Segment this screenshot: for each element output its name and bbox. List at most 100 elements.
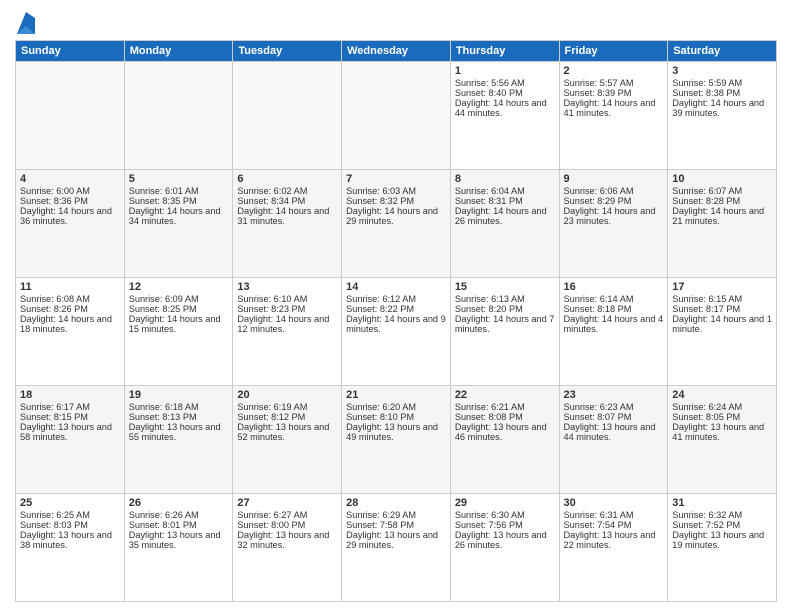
day-number: 3	[672, 65, 772, 77]
sunset-text: Sunset: 8:20 PM	[455, 304, 555, 314]
sunset-text: Sunset: 8:34 PM	[237, 196, 337, 206]
daylight-text: Daylight: 13 hours and 26 minutes.	[455, 530, 555, 550]
sunset-text: Sunset: 7:58 PM	[346, 520, 446, 530]
sunrise-text: Sunrise: 6:10 AM	[237, 294, 337, 304]
day-number: 15	[455, 281, 555, 293]
day-number: 9	[564, 173, 664, 185]
sunset-text: Sunset: 8:35 PM	[129, 196, 229, 206]
sunrise-text: Sunrise: 6:29 AM	[346, 510, 446, 520]
logo-icon	[17, 12, 35, 34]
sunrise-text: Sunrise: 6:21 AM	[455, 402, 555, 412]
daylight-text: Daylight: 14 hours and 12 minutes.	[237, 314, 337, 334]
sunrise-text: Sunrise: 6:13 AM	[455, 294, 555, 304]
calendar-week-2: 4Sunrise: 6:00 AMSunset: 8:36 PMDaylight…	[16, 170, 777, 278]
calendar-cell	[124, 62, 233, 170]
calendar-cell: 25Sunrise: 6:25 AMSunset: 8:03 PMDayligh…	[16, 494, 125, 602]
calendar-cell	[16, 62, 125, 170]
calendar-cell	[233, 62, 342, 170]
calendar-header-friday: Friday	[559, 41, 668, 62]
daylight-text: Daylight: 14 hours and 4 minutes.	[564, 314, 664, 334]
calendar-cell: 26Sunrise: 6:26 AMSunset: 8:01 PMDayligh…	[124, 494, 233, 602]
sunrise-text: Sunrise: 6:27 AM	[237, 510, 337, 520]
sunset-text: Sunset: 8:22 PM	[346, 304, 446, 314]
day-number: 29	[455, 497, 555, 509]
day-number: 16	[564, 281, 664, 293]
sunrise-text: Sunrise: 6:02 AM	[237, 186, 337, 196]
calendar-header-wednesday: Wednesday	[342, 41, 451, 62]
calendar-header-tuesday: Tuesday	[233, 41, 342, 62]
calendar-cell: 11Sunrise: 6:08 AMSunset: 8:26 PMDayligh…	[16, 278, 125, 386]
daylight-text: Daylight: 13 hours and 19 minutes.	[672, 530, 772, 550]
daylight-text: Daylight: 14 hours and 39 minutes.	[672, 98, 772, 118]
sunrise-text: Sunrise: 6:30 AM	[455, 510, 555, 520]
day-number: 13	[237, 281, 337, 293]
daylight-text: Daylight: 14 hours and 26 minutes.	[455, 206, 555, 226]
day-number: 21	[346, 389, 446, 401]
daylight-text: Daylight: 14 hours and 1 minute.	[672, 314, 772, 334]
sunrise-text: Sunrise: 6:06 AM	[564, 186, 664, 196]
sunset-text: Sunset: 8:01 PM	[129, 520, 229, 530]
calendar-cell: 4Sunrise: 6:00 AMSunset: 8:36 PMDaylight…	[16, 170, 125, 278]
calendar-cell: 10Sunrise: 6:07 AMSunset: 8:28 PMDayligh…	[668, 170, 777, 278]
header	[15, 10, 777, 34]
daylight-text: Daylight: 13 hours and 52 minutes.	[237, 422, 337, 442]
sunset-text: Sunset: 8:23 PM	[237, 304, 337, 314]
sunset-text: Sunset: 8:12 PM	[237, 412, 337, 422]
sunset-text: Sunset: 8:18 PM	[564, 304, 664, 314]
calendar-week-3: 11Sunrise: 6:08 AMSunset: 8:26 PMDayligh…	[16, 278, 777, 386]
day-number: 17	[672, 281, 772, 293]
calendar-cell: 3Sunrise: 5:59 AMSunset: 8:38 PMDaylight…	[668, 62, 777, 170]
sunrise-text: Sunrise: 6:04 AM	[455, 186, 555, 196]
sunrise-text: Sunrise: 6:08 AM	[20, 294, 120, 304]
calendar-cell: 5Sunrise: 6:01 AMSunset: 8:35 PMDaylight…	[124, 170, 233, 278]
sunrise-text: Sunrise: 5:57 AM	[564, 78, 664, 88]
sunrise-text: Sunrise: 6:07 AM	[672, 186, 772, 196]
day-number: 14	[346, 281, 446, 293]
day-number: 24	[672, 389, 772, 401]
day-number: 10	[672, 173, 772, 185]
sunrise-text: Sunrise: 6:25 AM	[20, 510, 120, 520]
sunset-text: Sunset: 7:52 PM	[672, 520, 772, 530]
calendar-header-row: SundayMondayTuesdayWednesdayThursdayFrid…	[16, 41, 777, 62]
day-number: 30	[564, 497, 664, 509]
logo	[15, 14, 35, 34]
daylight-text: Daylight: 13 hours and 32 minutes.	[237, 530, 337, 550]
calendar-table: SundayMondayTuesdayWednesdayThursdayFrid…	[15, 40, 777, 602]
daylight-text: Daylight: 13 hours and 22 minutes.	[564, 530, 664, 550]
day-number: 4	[20, 173, 120, 185]
calendar-week-1: 1Sunrise: 5:56 AMSunset: 8:40 PMDaylight…	[16, 62, 777, 170]
sunrise-text: Sunrise: 5:56 AM	[455, 78, 555, 88]
daylight-text: Daylight: 13 hours and 55 minutes.	[129, 422, 229, 442]
day-number: 27	[237, 497, 337, 509]
sunrise-text: Sunrise: 6:18 AM	[129, 402, 229, 412]
calendar-cell: 2Sunrise: 5:57 AMSunset: 8:39 PMDaylight…	[559, 62, 668, 170]
calendar-cell: 21Sunrise: 6:20 AMSunset: 8:10 PMDayligh…	[342, 386, 451, 494]
calendar-cell: 29Sunrise: 6:30 AMSunset: 7:56 PMDayligh…	[450, 494, 559, 602]
calendar-week-4: 18Sunrise: 6:17 AMSunset: 8:15 PMDayligh…	[16, 386, 777, 494]
calendar-cell: 18Sunrise: 6:17 AMSunset: 8:15 PMDayligh…	[16, 386, 125, 494]
calendar-cell: 16Sunrise: 6:14 AMSunset: 8:18 PMDayligh…	[559, 278, 668, 386]
day-number: 23	[564, 389, 664, 401]
daylight-text: Daylight: 13 hours and 58 minutes.	[20, 422, 120, 442]
sunrise-text: Sunrise: 6:14 AM	[564, 294, 664, 304]
calendar-header-sunday: Sunday	[16, 41, 125, 62]
daylight-text: Daylight: 13 hours and 29 minutes.	[346, 530, 446, 550]
day-number: 26	[129, 497, 229, 509]
sunrise-text: Sunrise: 6:00 AM	[20, 186, 120, 196]
day-number: 25	[20, 497, 120, 509]
sunset-text: Sunset: 7:54 PM	[564, 520, 664, 530]
calendar-cell: 6Sunrise: 6:02 AMSunset: 8:34 PMDaylight…	[233, 170, 342, 278]
sunset-text: Sunset: 8:38 PM	[672, 88, 772, 98]
calendar-header-saturday: Saturday	[668, 41, 777, 62]
sunset-text: Sunset: 8:05 PM	[672, 412, 772, 422]
daylight-text: Daylight: 13 hours and 46 minutes.	[455, 422, 555, 442]
calendar-cell: 13Sunrise: 6:10 AMSunset: 8:23 PMDayligh…	[233, 278, 342, 386]
calendar-header-monday: Monday	[124, 41, 233, 62]
calendar-cell: 22Sunrise: 6:21 AMSunset: 8:08 PMDayligh…	[450, 386, 559, 494]
daylight-text: Daylight: 13 hours and 41 minutes.	[672, 422, 772, 442]
sunset-text: Sunset: 8:07 PM	[564, 412, 664, 422]
daylight-text: Daylight: 14 hours and 36 minutes.	[20, 206, 120, 226]
calendar-week-5: 25Sunrise: 6:25 AMSunset: 8:03 PMDayligh…	[16, 494, 777, 602]
sunrise-text: Sunrise: 6:03 AM	[346, 186, 446, 196]
daylight-text: Daylight: 14 hours and 41 minutes.	[564, 98, 664, 118]
